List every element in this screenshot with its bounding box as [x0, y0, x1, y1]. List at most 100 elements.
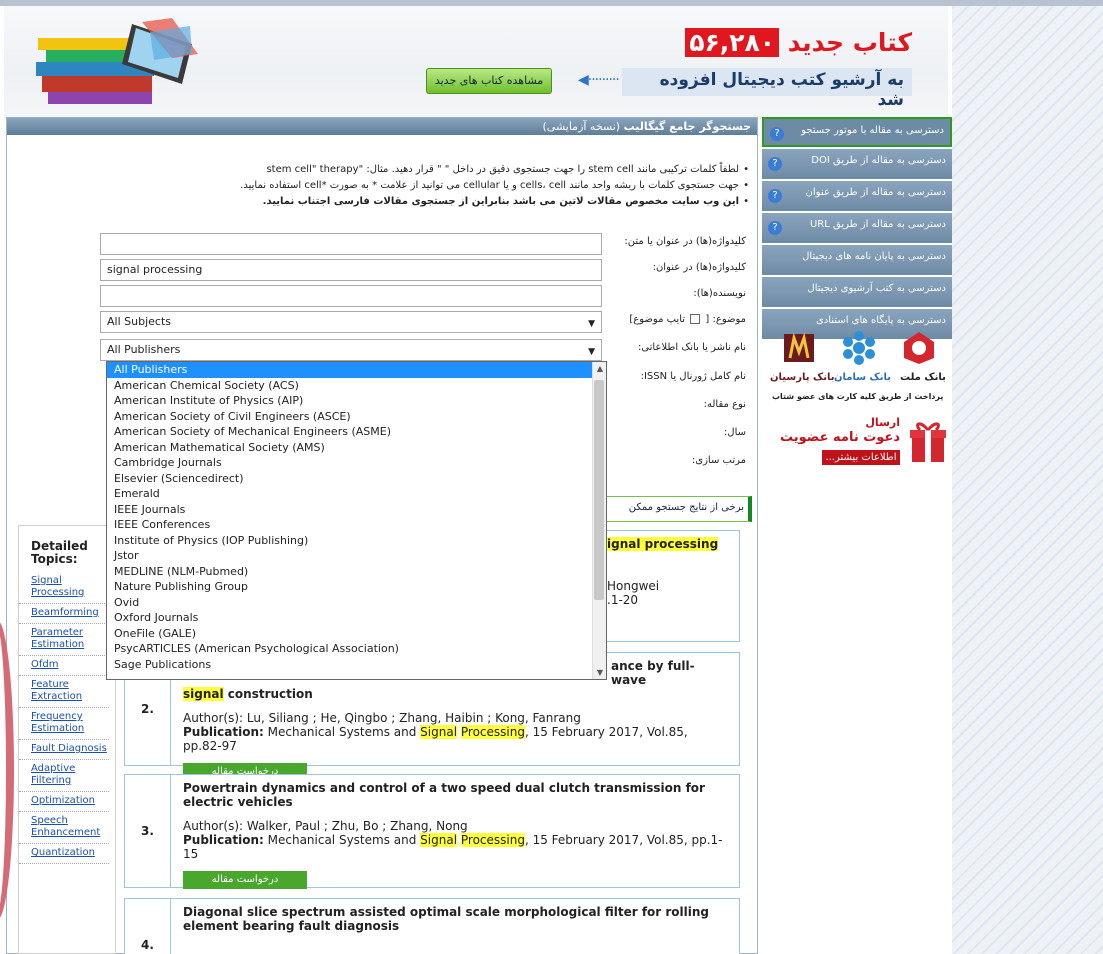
result-title[interactable]: ignal processing [607, 537, 729, 551]
scroll-down-icon[interactable]: ▼ [597, 668, 603, 677]
topic-link[interactable]: Speech Enhancement [19, 812, 109, 844]
invite-more-button[interactable]: اطلاعات بیشتر... [822, 450, 900, 465]
topics-heading: Detailed Topics: [31, 539, 88, 566]
result-title-rest: construction [223, 687, 313, 701]
search-panel-title-rest: (نسخه آزمایشی) [542, 120, 621, 133]
authors-value: Walker, Paul ; Zhu, Bo ; Zhang, Nong [243, 819, 468, 833]
result-card: 4. Diagonal slice spectrum assisted opti… [124, 898, 740, 954]
sidebar-item-label: دسترسی به پایان نامه های دیجیتال [802, 251, 946, 262]
result-title[interactable]: Diagonal slice spectrum assisted optimal… [183, 905, 729, 933]
publisher-option[interactable]: American Mathematical Society (AMS) [107, 440, 606, 456]
subject-label-tail: تایپ موضوع] [629, 314, 689, 325]
dropdown-scrollbar[interactable]: ▲ ▼ [592, 362, 606, 679]
publisher-option[interactable]: American Institute of Physics (AIP) [107, 393, 606, 409]
sidebar-item-books[interactable]: دسترسی به کتب آرشیوی دیجیتال [762, 277, 952, 307]
authors-row: نویسنده(ها): [100, 285, 746, 307]
result-publication: Publication: Mechanical Systems and Sign… [183, 833, 729, 861]
result-title-highlight: ignal processing [607, 537, 719, 551]
result-card: 3. Powertrain dynamics and control of a … [124, 774, 740, 889]
view-new-books-button[interactable]: مشاهده کتاب های جدید [426, 68, 552, 94]
publisher-label: نام ناشر یا بانک اطلاعاتی: [637, 342, 746, 353]
keywords-title-input[interactable]: signal processing [100, 259, 602, 281]
publisher-option[interactable]: IEEE Conferences [107, 517, 606, 533]
publisher-option[interactable]: Oxford Journals [107, 610, 606, 626]
books-illustration [36, 18, 198, 104]
publisher-option[interactable]: American Society of Civil Engineers (ASC… [107, 409, 606, 425]
authors-value: Lu, Siliang ; He, Qingbo ; Zhang, Haibin… [243, 711, 581, 725]
sidebar-item-url[interactable]: دسترسی به مقاله از طریق URL? [762, 213, 952, 243]
subject-select[interactable]: All Subjects [100, 311, 602, 333]
sidebar-item-doi[interactable]: دسترسی به مقاله از طریق DOI? [762, 149, 952, 179]
publication-hl1: Signal [420, 725, 458, 739]
topic-link[interactable]: Feature Extraction [19, 676, 109, 708]
help-icon[interactable]: ? [768, 221, 782, 235]
authors-label: نویسنده(ها): [693, 288, 746, 299]
sidebar-item-label: دسترسی به پایگاه های استنادی [815, 315, 946, 326]
sidebar-item-search-engine[interactable]: دسترسی به مقاله با موتور جستجو? [762, 117, 952, 147]
result-number: 4. [125, 899, 171, 954]
result-authors: Author(s): Lu, Siliang ; He, Qingbo ; Zh… [183, 711, 729, 725]
topic-link[interactable]: Adaptive Filtering [19, 760, 109, 792]
publisher-option[interactable]: American Chemical Society (ACS) [107, 378, 606, 394]
topic-link[interactable]: Beamforming [19, 604, 109, 624]
keywords-text-input[interactable] [100, 233, 602, 255]
invite-box[interactable]: ارسال دعوت نامه عضویت اطلاعات بیشتر... [780, 412, 948, 470]
publisher-option[interactable]: MEDLINE (NLM-Pubmed) [107, 564, 606, 580]
search-note-bold: این وب سایت مخصوص مقالات لاتین می باشد ب… [262, 196, 739, 207]
publisher-option[interactable]: All Publishers [107, 362, 606, 378]
publisher-option[interactable]: Emerald [107, 486, 606, 502]
authors-label: Author(s): [183, 819, 244, 833]
banner-arrow-icon: ◀········· [578, 72, 620, 88]
result-title[interactable]: signal construction [183, 687, 729, 701]
banner-subtitle: به آرشیو کتب دیجیتال افزوده شد [622, 68, 912, 110]
publisher-option[interactable]: IEEE Journals [107, 502, 606, 518]
publisher-dropdown-list[interactable]: All Publishers American Chemical Society … [106, 361, 607, 680]
publisher-option[interactable]: Cambridge Journals [107, 455, 606, 471]
topic-link[interactable]: Ofdm [19, 656, 109, 676]
sidebar-item-label: دسترسی به مقاله از طریق عنوان [805, 187, 946, 198]
publication-pre: Mechanical Systems and [263, 725, 421, 739]
result-publication: .1-20 [607, 593, 639, 607]
publisher-option[interactable]: Nature Publishing Group [107, 579, 606, 595]
search-note: این وب سایت مخصوص مقالات لاتین می باشد ب… [189, 194, 749, 210]
mellat-bank-logo-icon [904, 332, 934, 364]
result-number: 3. [125, 775, 171, 887]
sidebar-item-theses[interactable]: دسترسی به پایان نامه های دیجیتال [762, 245, 952, 275]
result-title[interactable]: Powertrain dynamics and control of a two… [183, 781, 729, 809]
bank-name: بانک ملت [900, 372, 946, 383]
publisher-option[interactable]: Jstor [107, 548, 606, 564]
publisher-option[interactable]: Ovid [107, 595, 606, 611]
help-icon[interactable]: ? [768, 189, 782, 203]
publication-hl1: Signal [420, 833, 458, 847]
publisher-option[interactable]: Institute of Physics (IOP Publishing) [107, 533, 606, 549]
topic-link[interactable]: Signal Processing [19, 572, 109, 604]
search-panel-title-bold: جستجوگر جامع گیگالیب [623, 120, 751, 133]
publisher-option[interactable]: OneFile (GALE) [107, 626, 606, 642]
banner-title-number: ۵۶,۲۸۰ [685, 28, 780, 57]
subject-type-checkbox[interactable] [690, 314, 701, 324]
sidebar-item-title[interactable]: دسترسی به مقاله از طریق عنوان? [762, 181, 952, 211]
authors-input[interactable] [100, 285, 602, 307]
topic-link[interactable]: Fault Diagnosis [19, 740, 109, 760]
request-article-button[interactable]: درخواست مقاله [183, 871, 307, 889]
subject-row: All Subjects موضوع: [ تایپ موضوع] [100, 311, 746, 333]
publisher-option[interactable]: PsycARTICLES (American Psychological Ass… [107, 641, 606, 657]
help-icon[interactable]: ? [768, 157, 782, 171]
topic-link[interactable]: Parameter Estimation [19, 624, 109, 656]
publication-hl2: Processing [460, 725, 525, 739]
scrollbar-thumb[interactable] [594, 380, 604, 600]
subject-label: موضوع: [ تایپ موضوع] [606, 314, 746, 325]
publisher-option[interactable]: Sage Publications [107, 657, 606, 673]
publisher-select[interactable]: All Publishers [100, 339, 602, 361]
bank-name: بانک سامان [834, 372, 892, 383]
publisher-option[interactable]: American Society of Mechanical Engineers… [107, 424, 606, 440]
topic-link[interactable]: Quantization [19, 844, 109, 864]
topic-link[interactable]: Optimization [19, 792, 109, 812]
banner-title-text: کتاب جدید [787, 28, 912, 57]
topic-link[interactable]: Frequency Estimation [19, 708, 109, 740]
result-title-highlight: signal [183, 687, 224, 701]
scroll-up-icon[interactable]: ▲ [597, 364, 603, 373]
help-icon[interactable]: ? [770, 127, 784, 141]
publisher-option[interactable]: Elsevier (Sciencedirect) [107, 471, 606, 487]
year-label: سال: [723, 427, 746, 438]
